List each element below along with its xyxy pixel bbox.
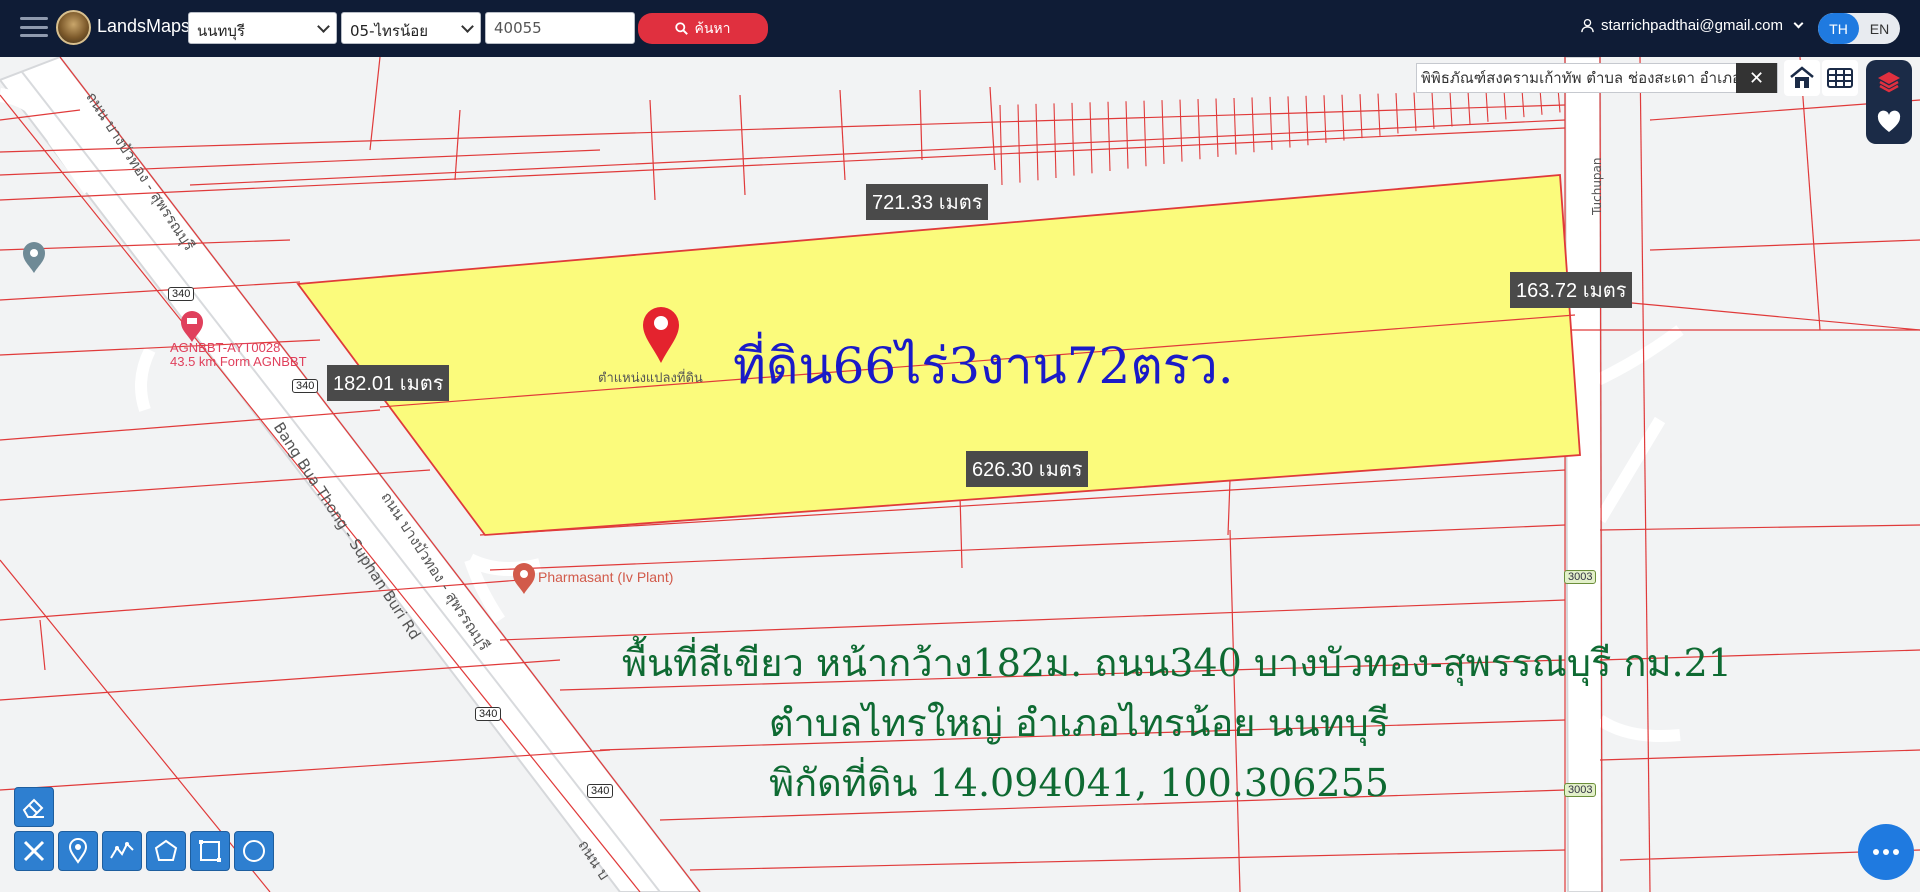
top-navbar: LandsMaps นนทบุรี 05-ไทรน้อย 40055 ค้นหา…: [0, 0, 1920, 57]
layers-icon: [1878, 72, 1900, 93]
user-icon: [1581, 18, 1594, 33]
poi-hotel-name: AGNBBT-AYT0028: [170, 340, 281, 355]
grid-button[interactable]: [1822, 60, 1858, 96]
poi-hotel-label: AGNBBT-AYT0028 43.5 km Form AGNBBT: [170, 341, 307, 369]
eraser-icon: [22, 798, 44, 818]
measurement-left: 182.01 เมตร: [327, 365, 450, 401]
measurement-right: 163.72 เมตร: [1510, 272, 1633, 308]
route-shield: 3003: [1564, 783, 1597, 797]
chevron-down-icon: [1793, 18, 1804, 29]
measurement-top: 721.33 เมตร: [866, 184, 989, 220]
search-result-text: พิพิธภัณฑ์สงครามเก้าทัพ ตำบล ช่องสะเดา อ…: [1421, 69, 1742, 87]
circle-icon: [243, 840, 265, 862]
pin-icon: [68, 838, 88, 864]
more-icon: [1873, 849, 1879, 855]
province-select[interactable]: นนทบุรี: [188, 12, 337, 44]
polyline-tool-button[interactable]: [102, 831, 142, 871]
measure-tool-button[interactable]: [14, 831, 54, 871]
district-select[interactable]: 05-ไทรน้อย: [341, 12, 481, 44]
parcel-number-input[interactable]: 40055: [485, 12, 635, 44]
eraser-tool-button[interactable]: [14, 787, 54, 827]
circle-tool-button[interactable]: [234, 831, 274, 871]
lang-en-button[interactable]: EN: [1859, 13, 1900, 44]
more-icon-dot: [1883, 849, 1889, 855]
search-button[interactable]: ค้นหา: [638, 13, 768, 44]
parcel-marker-label: ตำแหน่งแปลงที่ดิน: [598, 371, 703, 386]
route-shield: 340: [292, 379, 319, 393]
brand-name: LandsMaps: [97, 16, 191, 36]
route-shield: 340: [587, 784, 614, 798]
more-icon-dot: [1893, 849, 1899, 855]
grid-icon: [1827, 68, 1853, 88]
home-button[interactable]: [1784, 60, 1820, 96]
district-value: 05-ไทรน้อย: [350, 22, 429, 40]
poi-hotel-distance: 43.5 km Form AGNBBT: [170, 354, 307, 369]
poi-plant-label: Pharmasant (Iv Plant): [538, 569, 674, 585]
heart-icon: [1877, 110, 1901, 132]
rectangle-tool-button[interactable]: [190, 831, 230, 871]
route-shield: 340: [168, 287, 195, 301]
desc-line-1: พื้นที่สีเขียว หน้ากว้าง182ม. ถนน340 บาง…: [622, 641, 1732, 685]
map-canvas[interactable]: 721.33 เมตร 163.72 เมตร 182.01 เมตร 626.…: [0, 57, 1920, 892]
route-shield: 340: [475, 707, 502, 721]
rectangle-icon: [199, 840, 221, 862]
home-icon: [1790, 66, 1814, 88]
polyline-icon: [110, 842, 134, 859]
ruler-pencil-icon: [23, 840, 45, 862]
layers-button[interactable]: [1866, 62, 1912, 102]
close-result-button[interactable]: ✕: [1736, 63, 1777, 93]
chevron-down-icon: [317, 20, 330, 33]
favorite-button[interactable]: [1866, 102, 1912, 142]
desc-line-3: พิกัดที่ดิน 14.094041, 100.306255: [769, 761, 1389, 805]
parcel-title: ที่ดิน66ไร่3งาน72ตรว.: [733, 337, 1234, 395]
magnifier-icon: [675, 22, 689, 35]
user-menu[interactable]: starrichpadthai@gmail.com: [1580, 17, 1804, 34]
polygon-icon: [154, 839, 178, 861]
province-value: นนทบุรี: [197, 22, 245, 40]
more-button[interactable]: [1858, 824, 1914, 880]
chevron-down-icon: [461, 20, 474, 33]
road-label-tuchupan: Tuchupan: [1590, 157, 1604, 216]
measurement-bottom: 626.30 เมตร: [966, 451, 1089, 487]
language-toggle: TH EN: [1818, 13, 1900, 44]
search-button-label: ค้นหา: [694, 20, 731, 37]
user-email: starrichpadthai@gmail.com: [1601, 17, 1783, 34]
hamburger-icon[interactable]: [20, 15, 48, 39]
desc-line-2: ตำบลไทรใหญ่ อำเภอไทรน้อย นนทบุรี: [768, 701, 1390, 745]
polygon-tool-button[interactable]: [146, 831, 186, 871]
side-panel: [1866, 60, 1912, 144]
logo-icon: [56, 10, 91, 45]
route-shield: 3003: [1564, 570, 1597, 584]
pin-tool-button[interactable]: [58, 831, 98, 871]
search-result-box[interactable]: พิพิธภัณฑ์สงครามเก้าทัพ ตำบล ช่องสะเดา อ…: [1416, 63, 1778, 93]
lang-th-button[interactable]: TH: [1818, 13, 1859, 44]
